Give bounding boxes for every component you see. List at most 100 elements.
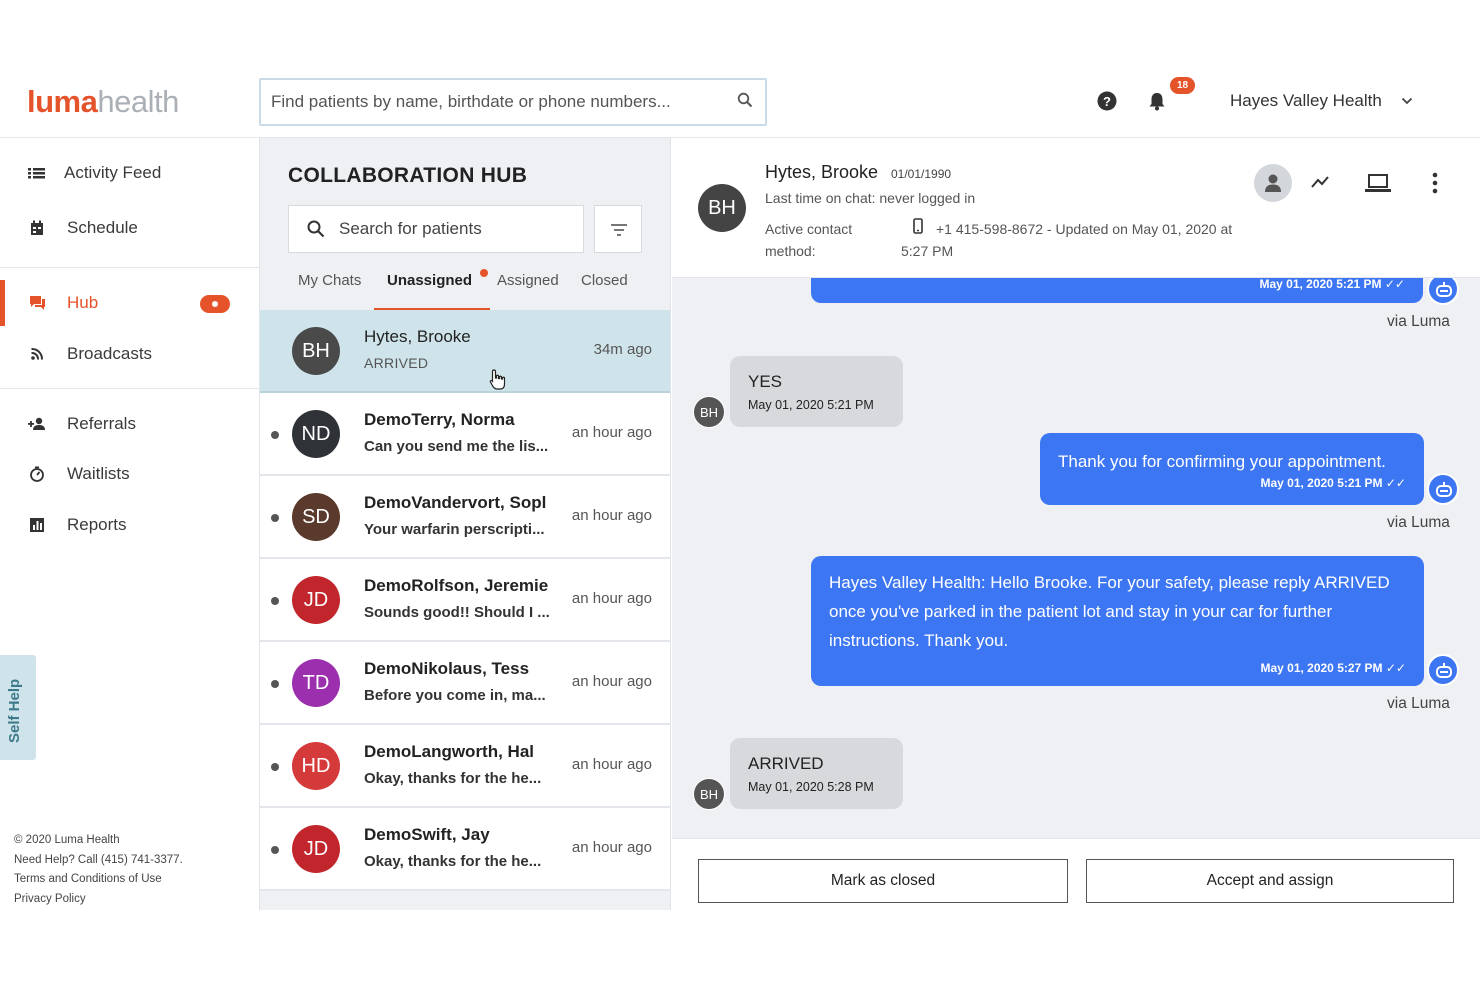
message-text: Thank you for confirming your appointmen… bbox=[1058, 452, 1386, 471]
trending-icon[interactable] bbox=[1310, 174, 1330, 190]
avatar: HD bbox=[292, 742, 340, 790]
global-search-input[interactable] bbox=[261, 80, 721, 124]
org-switcher-label[interactable]: Hayes Valley Health bbox=[1230, 91, 1382, 111]
rss-icon bbox=[31, 348, 43, 360]
chat-row[interactable]: BH Hytes, Brooke ARRIVED 34m ago bbox=[260, 310, 670, 393]
bar-chart-icon bbox=[30, 518, 44, 532]
chat-patient-name: DemoRolfson, Jeremie bbox=[364, 576, 549, 595]
privacy-link[interactable]: Privacy Policy bbox=[14, 890, 183, 910]
top-header: lumahealth ? 18 Hayes Valley Health bbox=[0, 60, 1480, 138]
chat-patient-name: DemoSwift, Jay bbox=[364, 825, 490, 844]
last-chat-status: Last time on chat: never logged in bbox=[765, 190, 976, 206]
chat-patient-name: DemoLangworth, Hal bbox=[364, 742, 535, 761]
outgoing-message: Thank you for confirming your appointmen… bbox=[1040, 433, 1424, 505]
chat-time: an hour ago bbox=[571, 839, 652, 856]
sidebar: Activity Feed Schedule Hub Broadcasts Re… bbox=[0, 138, 259, 910]
via-luma-label: via Luma bbox=[1387, 313, 1450, 330]
unread-indicator bbox=[271, 846, 279, 854]
bell-icon[interactable] bbox=[1147, 91, 1167, 111]
chat-row[interactable]: HD DemoLangworth, Hal Okay, thanks for t… bbox=[260, 725, 670, 808]
chat-row[interactable]: SD DemoVandervort, Sopl Your warfarin pe… bbox=[260, 476, 670, 559]
sidebar-footer: © 2020 Luma Health Need Help? Call (415)… bbox=[14, 831, 183, 909]
chat-time: an hour ago bbox=[571, 590, 652, 607]
chat-row[interactable]: ND DemoTerry, Norma Can you send me the … bbox=[260, 393, 670, 476]
message-timestamp: May 01, 2020 5:27 PM ✓✓ bbox=[1260, 661, 1406, 675]
tab-closed[interactable]: Closed bbox=[581, 272, 628, 289]
sidebar-item-waitlists[interactable]: Waitlists bbox=[0, 454, 259, 494]
patient-dob: 01/01/1990 bbox=[891, 167, 952, 181]
patient-search-input[interactable] bbox=[339, 206, 579, 252]
sidebar-item-hub[interactable]: Hub bbox=[0, 280, 259, 326]
chat-row[interactable]: JD DemoRolfson, Jeremie Sounds good!! Sh… bbox=[260, 559, 670, 642]
chevron-down-icon[interactable] bbox=[1401, 97, 1413, 105]
svg-text:?: ? bbox=[1103, 94, 1111, 109]
self-help-label: Self Help bbox=[6, 678, 23, 743]
sidebar-item-reports[interactable]: Reports bbox=[0, 505, 259, 545]
avatar: SD bbox=[292, 493, 340, 541]
sidebar-divider bbox=[0, 267, 259, 268]
mark-as-closed-button[interactable]: Mark as closed bbox=[698, 859, 1068, 903]
contact-phone-info: +1 415-598-8672 - Updated on May 01, 202… bbox=[901, 221, 1233, 259]
message-timestamp: May 01, 2020 5:28 PM bbox=[748, 780, 874, 794]
chat-patient-name: DemoVandervort, Sopl bbox=[364, 493, 547, 512]
chat-row[interactable]: TD DemoNikolaus, Tess Before you come in… bbox=[260, 642, 670, 725]
unread-indicator bbox=[271, 597, 279, 605]
chat-time: an hour ago bbox=[571, 673, 652, 690]
timer-icon bbox=[30, 466, 44, 482]
more-vertical-icon[interactable] bbox=[1430, 172, 1440, 194]
bot-icon bbox=[1427, 473, 1459, 505]
tab-my-chats[interactable]: My Chats bbox=[298, 272, 361, 289]
notification-count-badge: 18 bbox=[1170, 77, 1195, 94]
avatar: BH bbox=[698, 184, 746, 232]
incoming-message: ARRIVED May 01, 2020 5:28 PM bbox=[730, 738, 903, 809]
chat-row[interactable]: JD DemoSwift, Jay Okay, thanks for the h… bbox=[260, 808, 670, 891]
hub-notification-badge bbox=[200, 295, 230, 313]
help-icon[interactable]: ? bbox=[1097, 91, 1117, 111]
mobile-phone-icon bbox=[913, 218, 923, 234]
avatar: BH bbox=[693, 396, 725, 428]
self-help-tab[interactable]: Self Help bbox=[0, 655, 36, 760]
patient-profile-button[interactable] bbox=[1254, 164, 1292, 202]
sidebar-item-schedule[interactable]: Schedule bbox=[0, 208, 259, 248]
sidebar-item-referrals[interactable]: Referrals bbox=[0, 404, 259, 444]
message-timestamp: May 01, 2020 5:21 PM bbox=[748, 398, 874, 412]
mouse-hand-cursor-icon bbox=[489, 369, 506, 390]
message-text: Hayes Valley Health: Hello Brooke. For y… bbox=[829, 573, 1390, 650]
chat-time: 34m ago bbox=[593, 341, 652, 358]
chat-time: an hour ago bbox=[571, 424, 652, 441]
list-icon bbox=[28, 168, 45, 179]
patient-name: Hytes, Brooke bbox=[765, 162, 879, 182]
unread-indicator bbox=[271, 680, 279, 688]
bot-icon bbox=[1427, 654, 1459, 686]
luma-health-logo[interactable]: lumahealth bbox=[27, 84, 179, 120]
filter-button[interactable] bbox=[594, 205, 642, 253]
laptop-icon[interactable] bbox=[1364, 172, 1392, 194]
search-icon[interactable] bbox=[737, 92, 753, 108]
accept-and-assign-button[interactable]: Accept and assign bbox=[1086, 859, 1454, 903]
sidebar-item-label: Reports bbox=[67, 515, 127, 534]
sidebar-item-label: Waitlists bbox=[67, 464, 130, 483]
message-text: ARRIVED bbox=[748, 754, 824, 773]
unread-indicator bbox=[271, 763, 279, 771]
chat-patient-name: DemoTerry, Norma bbox=[364, 410, 515, 429]
chat-patient-name: Hytes, Brooke bbox=[364, 327, 471, 346]
sidebar-item-activity-feed[interactable]: Activity Feed bbox=[0, 153, 259, 193]
add-person-icon bbox=[28, 417, 45, 430]
avatar: BH bbox=[693, 778, 725, 810]
terms-link[interactable]: Terms and Conditions of Use bbox=[14, 870, 183, 890]
hub-title: COLLABORATION HUB bbox=[288, 164, 528, 187]
logo-health: health bbox=[97, 84, 179, 119]
chat-time: an hour ago bbox=[571, 756, 652, 773]
active-contact-label: Active contact method: bbox=[765, 221, 853, 259]
chat-preview: Sounds good!! Should I ... bbox=[364, 604, 550, 621]
message-timestamp: May 01, 2020 5:21 PM ✓✓ bbox=[1260, 476, 1406, 490]
unread-indicator bbox=[271, 431, 279, 439]
sidebar-item-broadcasts[interactable]: Broadcasts bbox=[0, 334, 259, 374]
avatar: ND bbox=[292, 410, 340, 458]
tab-assigned[interactable]: Assigned bbox=[497, 272, 559, 289]
chat-preview: Okay, thanks for the he... bbox=[364, 853, 542, 870]
conversation-panel: BH Hytes, Brooke 01/01/1990 Last time on… bbox=[672, 138, 1480, 910]
chat-preview: Okay, thanks for the he... bbox=[364, 770, 542, 787]
via-luma-label: via Luma bbox=[1387, 695, 1450, 712]
tab-unassigned[interactable]: Unassigned bbox=[387, 272, 472, 289]
